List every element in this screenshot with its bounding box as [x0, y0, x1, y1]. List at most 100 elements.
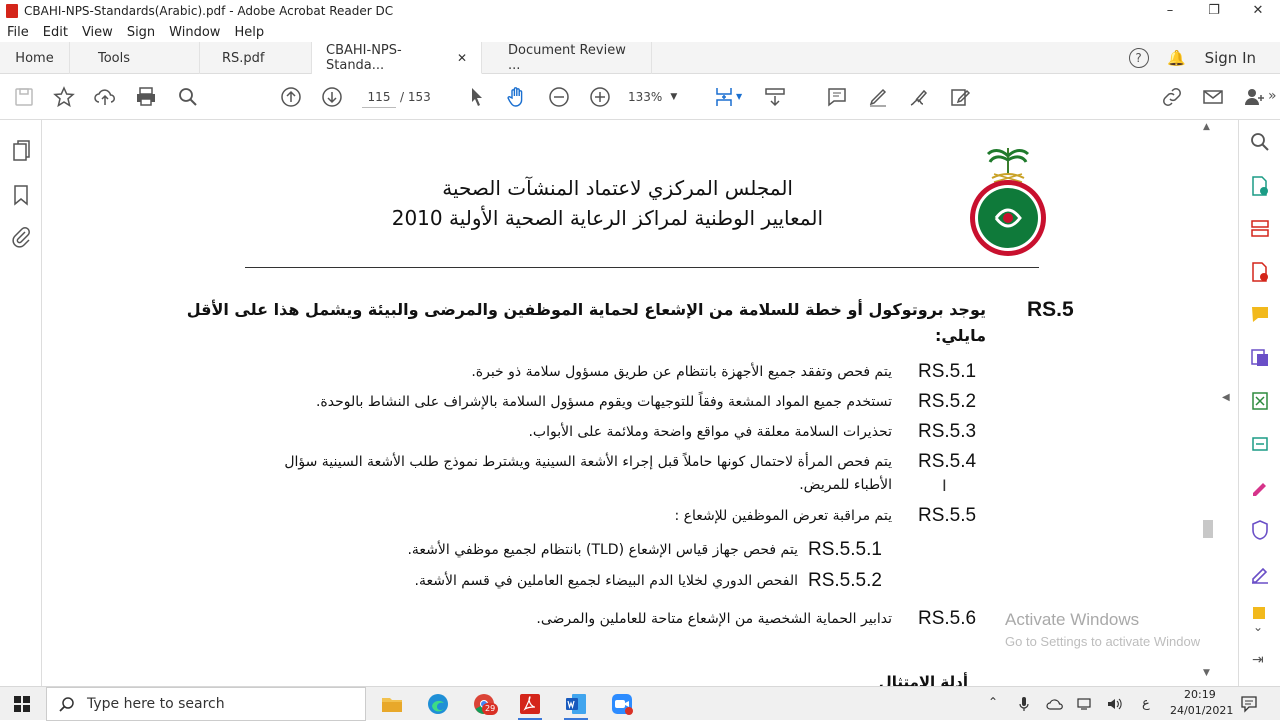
search-icon: [59, 697, 74, 712]
microphone-icon[interactable]: [1018, 696, 1030, 712]
tab-bar: Home Tools RS.pdf CBAHI-NPS-Standa... ✕ D…: [0, 42, 1280, 74]
tab-document-review[interactable]: Document Review ...: [482, 42, 652, 74]
word-icon[interactable]: [564, 692, 588, 716]
zoom-meetings-icon[interactable]: [610, 692, 634, 716]
taskbar-search-box[interactable]: Type here to search: [46, 687, 366, 721]
show-hidden-icons-icon[interactable]: ⌃: [988, 695, 998, 709]
create-pdf-icon[interactable]: [1250, 175, 1270, 197]
chevron-down-icon[interactable]: ⌄: [1253, 620, 1263, 634]
input-language-indicator[interactable]: ع: [1142, 696, 1150, 711]
edit-pdf-icon[interactable]: [948, 85, 972, 109]
zoom-out-icon[interactable]: [547, 85, 571, 109]
next-page-icon[interactable]: [320, 85, 344, 109]
notifications-icon[interactable]: [1240, 695, 1258, 713]
item-code: RS.5.5.1: [808, 539, 882, 560]
volume-icon[interactable]: [1106, 696, 1124, 712]
excel-export-icon[interactable]: [1250, 390, 1270, 412]
fit-page-icon[interactable]: [712, 85, 736, 109]
bookmark-icon[interactable]: [13, 184, 29, 206]
zoom-dropdown[interactable]: 133% ▼: [628, 86, 677, 108]
item-text: تدابير الحماية الشخصية من الإشعاع متاحة …: [536, 611, 892, 627]
comment-tool-icon[interactable]: [1250, 304, 1270, 326]
standard-text-rs5: يوجد بروتوكول أو خطة للسلامة من الإشعاع …: [186, 300, 986, 319]
menu-window[interactable]: Window: [162, 25, 227, 40]
cbahi-logo: [970, 148, 1046, 256]
document-heading-1: المجلس المركزي لاعتماد المنشآت الصحية: [442, 176, 793, 200]
menu-sign[interactable]: Sign: [120, 25, 162, 40]
upload-cloud-icon[interactable]: [93, 85, 117, 109]
export-pdf-icon[interactable]: [1250, 261, 1270, 283]
collapse-panel-icon[interactable]: ⇥: [1252, 652, 1264, 668]
link-icon[interactable]: [1160, 85, 1184, 109]
restore-button[interactable]: ❐: [1192, 0, 1236, 22]
network-icon[interactable]: [1076, 697, 1094, 711]
clock-date[interactable]: 24/01/2021: [1170, 704, 1233, 717]
tab-cbahi-label: CBAHI-NPS-Standa...: [326, 42, 402, 73]
fill-sign-icon[interactable]: [1250, 476, 1270, 498]
sign-pen-icon[interactable]: [907, 85, 931, 109]
item-text: تحذيرات السلامة معلقة في مواقع واضحة ومل…: [528, 424, 892, 440]
scroll-down-icon[interactable]: ▼: [1203, 668, 1210, 678]
page-number-input[interactable]: 115: [362, 86, 396, 108]
sign-in-button[interactable]: Sign In: [1205, 49, 1256, 67]
tab-tools[interactable]: Tools: [70, 42, 200, 74]
attachment-icon[interactable]: [11, 226, 31, 248]
item-text: تستخدم جميع المواد المشعة وفقاً للتوجيها…: [315, 394, 892, 410]
vertical-scrollbar[interactable]: ▲ ▼: [1200, 120, 1216, 686]
help-icon[interactable]: ?: [1128, 48, 1149, 68]
tab-rs-pdf[interactable]: RS.pdf: [200, 42, 312, 74]
more-tools-icon[interactable]: »: [1268, 88, 1277, 104]
scroll-mode-icon[interactable]: [763, 85, 787, 109]
expand-right-panel-icon[interactable]: ◀: [1222, 392, 1230, 403]
organize-pages-icon[interactable]: [1250, 347, 1270, 369]
chrome-notification-badge: 29: [482, 703, 499, 715]
fit-page-dropdown-icon[interactable]: ▼: [736, 92, 742, 101]
menu-bar: File Edit View Sign Window Help: [0, 22, 1280, 42]
email-icon[interactable]: [1201, 85, 1225, 109]
comment-icon[interactable]: [825, 85, 849, 109]
item-text: يتم فحص وتفقد جميع الأجهزة بانتظام عن طر…: [471, 364, 892, 380]
window-title: CBAHI-NPS-Standards(Arabic).pdf - Adobe …: [24, 4, 394, 18]
page-thumbnails-icon[interactable]: [12, 140, 32, 162]
file-explorer-icon[interactable]: [380, 693, 404, 715]
protect-shield-icon[interactable]: [1250, 519, 1270, 541]
onedrive-cloud-icon[interactable]: [1046, 697, 1064, 711]
menu-file[interactable]: File: [0, 25, 36, 40]
zoom-tool-icon[interactable]: [1250, 132, 1270, 152]
zoom-in-icon[interactable]: [588, 85, 612, 109]
clock-time[interactable]: 20:19: [1184, 688, 1216, 701]
tab-cbahi[interactable]: CBAHI-NPS-Standa... ✕: [312, 42, 482, 74]
edge-browser-icon[interactable]: [426, 692, 450, 716]
close-tab-icon[interactable]: ✕: [457, 51, 467, 65]
document-viewer[interactable]: المجلس المركزي لاعتماد المنشآت الصحية ال…: [42, 120, 1238, 686]
close-button[interactable]: ✕: [1236, 0, 1280, 22]
toolbar: 115 / 153 133% ▼ ▼ »: [0, 74, 1280, 120]
request-signature-icon[interactable]: [1250, 562, 1270, 584]
search-icon[interactable]: [176, 85, 200, 109]
acrobat-icon: [6, 4, 18, 18]
minimize-button[interactable]: –: [1148, 0, 1192, 22]
select-cursor-icon[interactable]: [465, 85, 489, 109]
print-icon[interactable]: [134, 85, 158, 109]
windows-start-icon[interactable]: [14, 696, 30, 712]
menu-view[interactable]: View: [75, 25, 120, 40]
tab-home[interactable]: Home: [0, 42, 70, 74]
chevron-down-icon: ▼: [670, 92, 678, 102]
standard-text-rs5-line2: مايلي:: [934, 326, 986, 345]
more-tools-partial-icon[interactable]: [1250, 605, 1270, 619]
combine-files-icon[interactable]: [1250, 218, 1270, 240]
scrollbar-thumb[interactable]: [1203, 520, 1213, 538]
acrobat-taskbar-icon[interactable]: [518, 692, 542, 716]
highlight-pen-icon[interactable]: [866, 85, 890, 109]
star-icon[interactable]: [52, 85, 76, 109]
add-user-icon[interactable]: [1242, 85, 1266, 109]
menu-help[interactable]: Help: [227, 25, 271, 40]
hand-tool-icon[interactable]: [505, 85, 529, 109]
bell-icon[interactable]: 🔔: [1167, 49, 1187, 67]
save-icon[interactable]: [12, 85, 36, 109]
scan-ocr-icon[interactable]: [1250, 433, 1270, 455]
previous-page-icon[interactable]: [279, 85, 303, 109]
menu-edit[interactable]: Edit: [36, 25, 75, 40]
scroll-up-icon[interactable]: ▲: [1203, 122, 1210, 132]
item-text: يتم مراقبة تعرض الموظفين للإشعاع :: [674, 508, 892, 524]
